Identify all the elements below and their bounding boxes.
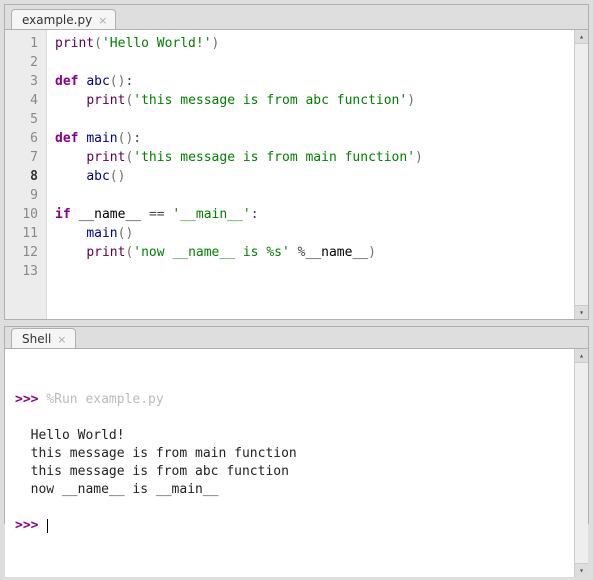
shell-tab-bar: Shell ×	[5, 327, 588, 348]
editor-content: 12345678910111213 print('Hello World!') …	[5, 29, 588, 319]
line-number: 12	[5, 243, 38, 262]
line-number: 4	[5, 91, 38, 110]
code-line[interactable]: if __name__ == '__main__':	[55, 205, 588, 224]
code-line[interactable]: main()	[55, 224, 588, 243]
line-number: 5	[5, 110, 38, 129]
shell-line: this message is from main function	[15, 445, 578, 463]
close-icon[interactable]: ×	[57, 334, 66, 345]
cursor	[47, 519, 48, 533]
shell-panel: Shell × >>> %Run example.py Hello World!…	[4, 326, 589, 524]
shell-line: now __name__ is __main__	[15, 481, 578, 499]
shell-line: >>> %Run example.py	[15, 391, 578, 409]
code-line[interactable]	[55, 110, 588, 129]
scroll-up-icon[interactable]: ▴	[575, 349, 588, 363]
code-line[interactable]	[55, 53, 588, 72]
code-line[interactable]: def abc():	[55, 72, 588, 91]
code-line[interactable]: print('this message is from main functio…	[55, 148, 588, 167]
editor-panel: example.py × 12345678910111213 print('He…	[4, 4, 589, 320]
line-number: 6	[5, 129, 38, 148]
line-number: 11	[5, 224, 38, 243]
shell-line	[15, 409, 578, 427]
shell-line: Hello World!	[15, 427, 578, 445]
line-number: 8	[5, 167, 38, 186]
shell-line	[15, 499, 578, 517]
shell-tab[interactable]: Shell ×	[11, 328, 76, 349]
code-line[interactable]: abc()	[55, 167, 588, 186]
code-line[interactable]: print('Hello World!')	[55, 34, 588, 53]
scroll-down-icon[interactable]: ▾	[575, 305, 588, 319]
code-line[interactable]: def main():	[55, 129, 588, 148]
line-number: 10	[5, 205, 38, 224]
line-number: 13	[5, 262, 38, 281]
line-number: 2	[5, 53, 38, 72]
editor-tab[interactable]: example.py ×	[11, 9, 116, 30]
shell-tab-label: Shell	[22, 332, 51, 346]
shell-scrollbar[interactable]: ▴ ▾	[574, 349, 588, 577]
code-line[interactable]: print('this message is from abc function…	[55, 91, 588, 110]
line-number: 3	[5, 72, 38, 91]
editor-tab-bar: example.py ×	[5, 5, 588, 29]
code-area[interactable]: print('Hello World!') def abc(): print('…	[47, 30, 588, 319]
scroll-down-icon[interactable]: ▾	[575, 563, 588, 577]
code-line[interactable]	[55, 186, 588, 205]
editor-tab-label: example.py	[22, 13, 92, 27]
line-number: 1	[5, 34, 38, 53]
scroll-up-icon[interactable]: ▴	[575, 30, 588, 44]
editor-scrollbar[interactable]: ▴ ▾	[574, 30, 588, 319]
shell-line: this message is from abc function	[15, 463, 578, 481]
code-line[interactable]	[55, 262, 588, 281]
close-icon[interactable]: ×	[98, 15, 107, 26]
code-line[interactable]: print('now __name__ is %s' %__name__)	[55, 243, 588, 262]
line-number-gutter: 12345678910111213	[5, 30, 47, 319]
shell-prompt-line[interactable]: >>>	[15, 517, 578, 535]
line-number: 7	[5, 148, 38, 167]
shell-output[interactable]: >>> %Run example.py Hello World! this me…	[5, 348, 588, 577]
line-number: 9	[5, 186, 38, 205]
